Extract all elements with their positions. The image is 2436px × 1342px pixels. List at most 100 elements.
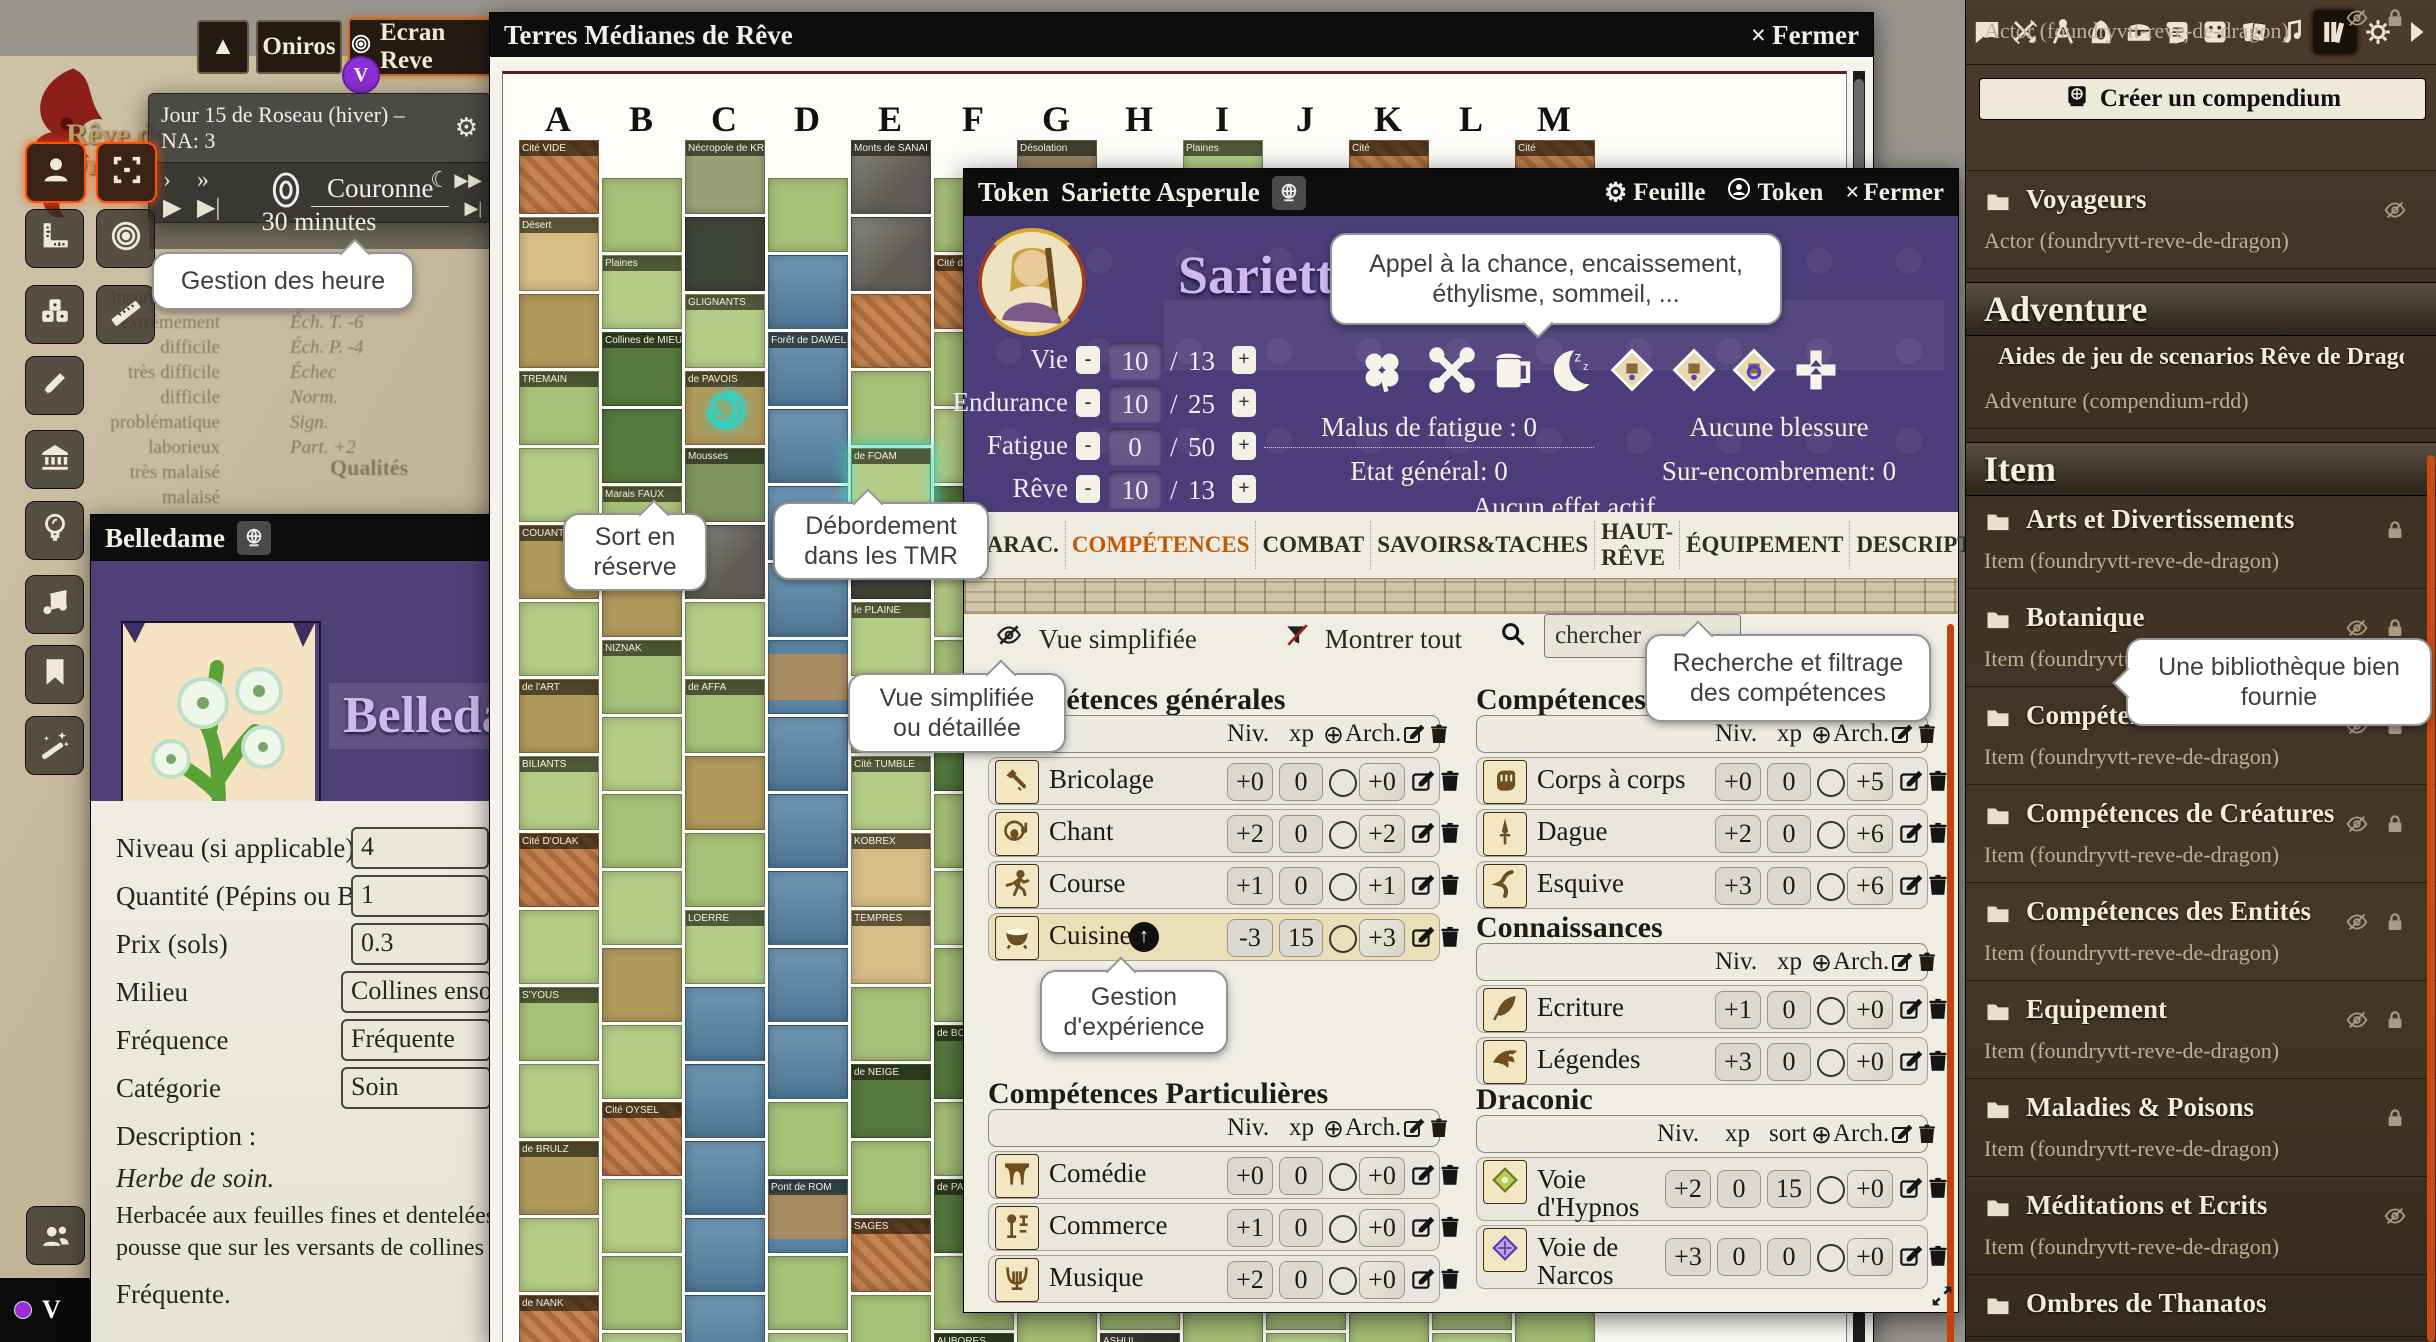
edit-icon[interactable] — [1409, 1162, 1435, 1193]
skill-row-voie-de-narcos[interactable]: Voie de Narcos+300+0 — [1476, 1225, 1928, 1289]
tmr-tile[interactable] — [519, 910, 599, 984]
tab-comptences[interactable]: COMPÉTENCES — [1065, 521, 1256, 569]
time-step-label[interactable]: 30 minutes — [209, 207, 429, 237]
dock-effects-button[interactable] — [25, 716, 84, 775]
tmr-tile[interactable]: ASHUI — [1100, 1333, 1180, 1342]
roll-circle[interactable] — [1329, 925, 1357, 953]
tmr-tile[interactable] — [768, 1256, 848, 1330]
sleep-fastforward-icon[interactable]: ▶▶ — [454, 169, 482, 191]
niv-value[interactable]: +3 — [1715, 867, 1761, 905]
tmr-tile[interactable] — [602, 1025, 682, 1099]
edit-icon[interactable] — [1897, 996, 1923, 1027]
stat-minus-button[interactable]: - — [1076, 475, 1100, 503]
dock-ruler-diagonal-button[interactable] — [96, 285, 155, 344]
tmr-tile[interactable]: KOBREX — [851, 833, 931, 907]
eye-slash-icon[interactable] — [2345, 812, 2369, 836]
roll-circle[interactable] — [1817, 769, 1845, 797]
tmr-tile[interactable]: Monts de SANAI — [851, 140, 931, 214]
chance-icon[interactable] — [1356, 344, 1408, 396]
compendium-pack[interactable]: Compétences de Créatures — [1984, 798, 2404, 829]
tmr-tile[interactable] — [768, 178, 848, 252]
tab-hautrve[interactable]: HAUT-RÊVE — [1594, 521, 1679, 569]
trash-icon[interactable] — [1437, 820, 1463, 851]
tmr-tile[interactable] — [685, 987, 765, 1061]
tmr-tile[interactable] — [685, 833, 765, 907]
tmr-tile[interactable] — [519, 1218, 599, 1292]
tmr-tile[interactable]: Nécropole de KROAK — [685, 140, 765, 214]
lock-icon[interactable] — [2383, 518, 2407, 542]
skill-row-course[interactable]: Course+10+1 — [988, 861, 1440, 909]
tmr-tile[interactable] — [685, 756, 765, 830]
character-sheet-window[interactable]: Token Sariette Asperule ⚙Feuille Token ×… — [963, 168, 1959, 1313]
eye-slash-icon[interactable] — [2345, 616, 2369, 640]
tmr-tile[interactable]: TEMPRES — [851, 910, 931, 984]
compendium-pack[interactable]: Voyageurs — [1984, 184, 2404, 215]
ethylisme-icon[interactable] — [1486, 344, 1538, 396]
skip-night-icon[interactable]: ▶| — [465, 197, 482, 219]
dock-dice-button[interactable] — [25, 285, 84, 344]
tmr-tile[interactable] — [851, 1141, 931, 1215]
tmr-tile[interactable] — [851, 217, 931, 291]
stat-minus-button[interactable]: - — [1076, 346, 1100, 374]
eye-slash-icon[interactable] — [2345, 910, 2369, 934]
tmr-tile[interactable]: Mousses — [685, 448, 765, 522]
compendium-pack[interactable]: Aides de jeu de scenarios Rêve de Dragon… — [1984, 344, 2404, 371]
stat-minus-button[interactable]: - — [1076, 389, 1100, 417]
time-management-window[interactable]: Jour 15 de Roseau (hiver) – NA: 3 ⚙ › » … — [148, 93, 491, 223]
edit-icon[interactable] — [1409, 924, 1435, 955]
add-icon[interactable]: ⊕ — [1323, 1114, 1344, 1144]
add-icon[interactable]: ⊕ — [1323, 720, 1344, 750]
tmr-tile[interactable]: BILIANTS — [519, 756, 599, 830]
compendium-pack[interactable]: Ombres de Thanatos — [1984, 1288, 2404, 1319]
edit-icon[interactable] — [1897, 872, 1923, 903]
roll-circle[interactable] — [1817, 1049, 1845, 1077]
tmr-tile[interactable] — [1432, 1333, 1512, 1342]
tmr-tile[interactable] — [768, 640, 848, 714]
show-all-button[interactable]: Montrer tout — [1284, 622, 1462, 655]
tmr-tile[interactable] — [768, 948, 848, 1022]
tmr-tile[interactable] — [768, 1025, 848, 1099]
tmr-tile[interactable] — [768, 255, 848, 329]
tmr-tile[interactable]: de l'ART — [519, 679, 599, 753]
edit-icon[interactable] — [1409, 1214, 1435, 1245]
skill-row-ecriture[interactable]: Ecriture+10+0 — [1476, 985, 1928, 1033]
edit-icon[interactable] — [1401, 722, 1425, 746]
tmr-tile[interactable]: Cité OYSEL — [602, 1102, 682, 1176]
sort-value[interactable]: 15 — [1767, 1170, 1811, 1208]
edit-icon[interactable] — [1897, 1175, 1923, 1206]
dock-draw-button[interactable] — [25, 356, 84, 415]
roll-circle[interactable] — [1329, 821, 1357, 849]
compendium-pack[interactable]: Botanique — [1984, 602, 2404, 633]
resize-handle-icon[interactable] — [1928, 1282, 1956, 1310]
tmr-tile[interactable] — [602, 1333, 682, 1342]
field-select[interactable]: Fréquente — [341, 1019, 491, 1061]
field-input[interactable]: 1 — [351, 875, 489, 917]
tmr-tile[interactable] — [685, 217, 765, 291]
tmr-tile[interactable] — [519, 448, 599, 522]
tmr-tile[interactable]: TREMAIN — [519, 371, 599, 445]
tmr-tile[interactable]: Forêt de DAWELL — [768, 332, 848, 406]
skill-row-dague[interactable]: Dague+20+6 — [1476, 809, 1928, 857]
xp-value[interactable]: 0 — [1279, 867, 1323, 905]
sheet-close-button[interactable]: ×Fermer — [1845, 179, 1944, 207]
sidebar-scrollbar-thumb[interactable] — [2427, 455, 2435, 1342]
trash-icon[interactable] — [1437, 924, 1463, 955]
sheet-config-button[interactable]: ⚙Feuille — [1604, 178, 1706, 208]
xp-value[interactable]: 0 — [1717, 1238, 1761, 1276]
xp-value[interactable]: 0 — [1279, 1261, 1323, 1299]
skill-row-commerce[interactable]: Commerce+10+0 — [988, 1203, 1440, 1251]
globe-icon[interactable] — [1272, 176, 1306, 210]
xp-value[interactable]: 0 — [1767, 815, 1811, 853]
add-icon[interactable]: ⊕ — [1811, 1120, 1832, 1150]
edit-icon[interactable] — [1889, 950, 1913, 974]
niv-value[interactable]: +1 — [1715, 991, 1761, 1029]
niv-value[interactable]: +3 — [1715, 1043, 1761, 1081]
tab-combat[interactable]: COMBAT — [1255, 521, 1370, 569]
compendium-pack[interactable]: Arts et Divertissements — [1984, 504, 2404, 535]
skill-row-voie-d-hypnos[interactable]: Voie d'Hypnos+2015+0 — [1476, 1157, 1928, 1221]
eye-slash-icon[interactable] — [2345, 6, 2369, 30]
stat-plus-button[interactable]: + — [1232, 346, 1256, 374]
xp-value[interactable]: 15 — [1279, 919, 1323, 957]
play-time-button[interactable]: ▶ — [163, 197, 181, 219]
tmr-tile[interactable] — [851, 371, 931, 445]
